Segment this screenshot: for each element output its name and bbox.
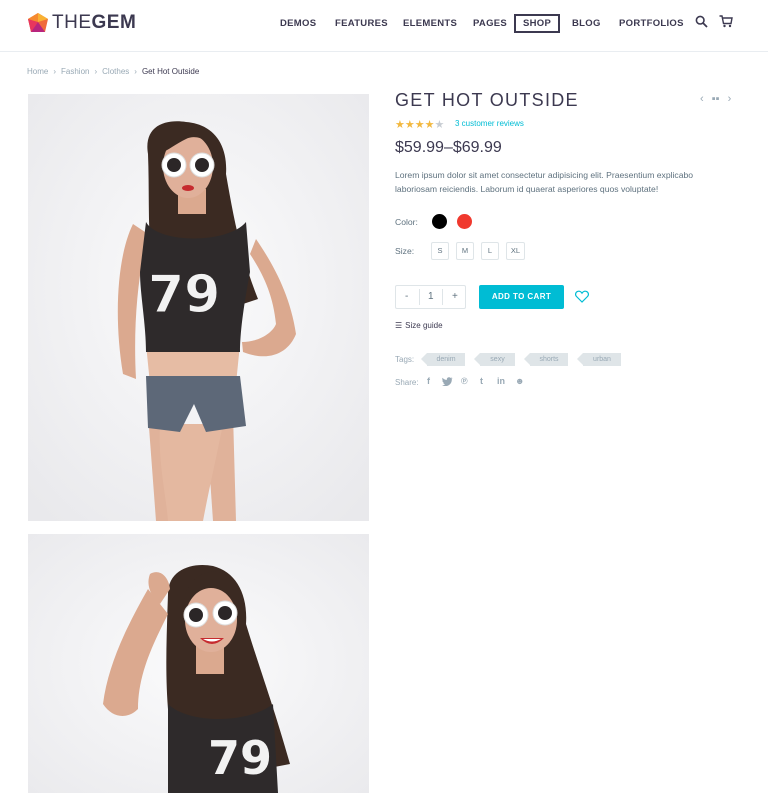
svg-text:79: 79 (148, 265, 220, 325)
size-guide-label: Size guide (405, 321, 443, 330)
share-label: Share: (395, 378, 419, 387)
tag-urban[interactable]: urban (577, 353, 621, 366)
grid-view-icon[interactable]: ▪▪ (712, 93, 720, 105)
tag-shorts[interactable]: shorts (524, 353, 568, 366)
breadcrumb-current: Get Hot Outside (141, 67, 200, 76)
color-label: Color: (395, 217, 418, 227)
rating-stars: ★★★★★ (395, 118, 444, 131)
search-icon[interactable] (695, 15, 708, 28)
breadcrumb: Home › Fashion › Clothes › Get Hot Outside (27, 67, 199, 76)
nav-item-elements[interactable]: ELEMENTS (403, 14, 457, 34)
nav-item-features[interactable]: FEATURES (335, 14, 388, 34)
twitter-icon[interactable] (442, 377, 453, 386)
qty-divider (442, 289, 443, 305)
qty-value-input[interactable]: 1 (428, 286, 434, 308)
product-description: Lorem ipsum dolor sit amet consectetur a… (395, 170, 694, 194)
svg-text:79: 79 (208, 731, 272, 785)
breadcrumb-fashion[interactable]: Fashion (61, 67, 89, 76)
size-option-s[interactable]: S (431, 242, 449, 260)
tumblr-icon[interactable]: t (480, 376, 483, 386)
color-swatch-red[interactable] (457, 214, 472, 229)
size-label: Size: (395, 246, 415, 256)
nav-item-pages[interactable]: PAGES (473, 14, 507, 34)
tag-denim[interactable]: denim (421, 353, 465, 366)
model-photo-front: 79 (28, 94, 369, 521)
prev-product-chevron-icon[interactable]: ‹ (700, 93, 704, 105)
star-icon: ★ (414, 119, 425, 131)
next-product-chevron-icon[interactable]: › (728, 93, 732, 105)
nav-item-blog[interactable]: BLOG (572, 14, 601, 34)
product-pager: ‹ ▪▪ › (700, 93, 731, 105)
star-empty-icon: ★ (434, 119, 445, 131)
nav-item-shop[interactable]: SHOP (514, 14, 561, 33)
reviews-link[interactable]: 3 customer reviews (455, 119, 524, 128)
add-to-cart-button[interactable]: ADD TO CART (479, 285, 564, 309)
linkedin-icon[interactable]: in (497, 376, 505, 386)
product-image-main[interactable]: 79 (28, 94, 369, 521)
size-option-l[interactable]: L (481, 242, 499, 260)
breadcrumb-home[interactable]: Home (27, 67, 48, 76)
nav-item-demos[interactable]: DEMOS (280, 14, 316, 34)
product-price: $59.99–$69.99 (395, 139, 502, 156)
size-guide-link[interactable]: ☰ Size guide (395, 321, 443, 330)
qty-decrement-button[interactable]: - (405, 286, 408, 308)
nav-item-portfolios[interactable]: PORTFOLIOS (619, 14, 684, 34)
star-icon: ★ (404, 119, 415, 131)
star-icon: ★ (395, 119, 405, 131)
star-icon: ★ (424, 119, 435, 131)
quantity-stepper: - 1 + (395, 285, 466, 309)
facebook-icon[interactable]: f (427, 376, 430, 386)
breadcrumb-chevron-icon: › (94, 67, 98, 76)
tag-sexy[interactable]: sexy (474, 353, 515, 366)
cart-icon[interactable] (719, 15, 733, 28)
size-option-m[interactable]: M (456, 242, 474, 260)
size-option-xl[interactable]: XL (506, 242, 525, 260)
breadcrumb-clothes[interactable]: Clothes (102, 67, 129, 76)
model-photo-side: 79 (28, 534, 369, 793)
product-title: GET HOT OUTSIDE (395, 90, 579, 110)
pinterest-icon[interactable]: ℗ (461, 376, 468, 386)
site-header: THEGEM DEMOS FEATURES ELEMENTS PAGES SHO… (0, 0, 768, 52)
color-swatch-black[interactable] (432, 214, 447, 229)
tags-label: Tags: (395, 355, 415, 364)
qty-increment-button[interactable]: + (452, 286, 458, 308)
reddit-icon[interactable]: ☻ (515, 376, 524, 386)
qty-divider (419, 289, 420, 305)
breadcrumb-chevron-icon: › (53, 67, 57, 76)
breadcrumb-chevron-icon: › (134, 67, 137, 76)
product-image-secondary[interactable]: 79 (28, 534, 369, 793)
sliders-icon: ☰ (395, 321, 403, 330)
main-nav: DEMOS FEATURES ELEMENTS PAGES SHOP BLOG … (0, 14, 768, 34)
wishlist-heart-icon[interactable] (575, 290, 589, 303)
